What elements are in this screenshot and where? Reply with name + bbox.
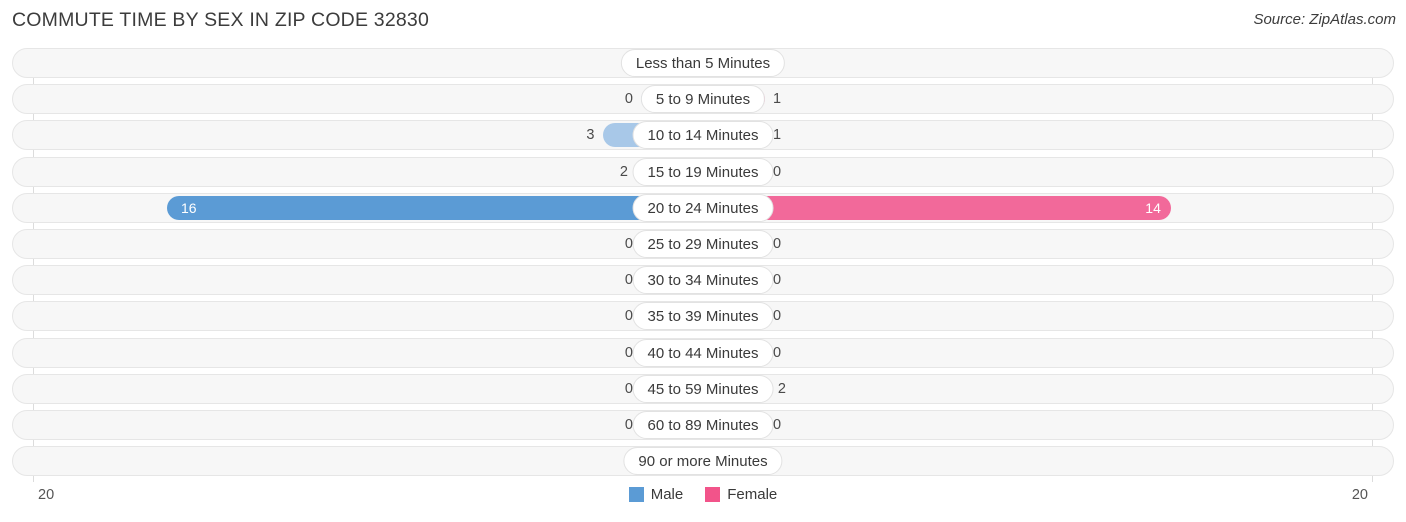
category-label[interactable]: 35 to 39 Minutes bbox=[632, 302, 774, 331]
row-bars: 00Less than 5 Minutes bbox=[0, 48, 1406, 78]
category-label[interactable]: 5 to 9 Minutes bbox=[640, 85, 766, 114]
category-label[interactable]: 45 to 59 Minutes bbox=[632, 374, 774, 403]
value-label-male: 0 bbox=[624, 235, 633, 252]
category-label[interactable]: 25 to 29 Minutes bbox=[632, 229, 774, 258]
category-label[interactable]: 40 to 44 Minutes bbox=[632, 338, 774, 367]
value-label-female: 0 bbox=[773, 344, 782, 361]
row-bars: 0 0 40 to 44 Minutes bbox=[0, 338, 1406, 368]
row-bars: 0 0 25 to 29 Minutes bbox=[0, 229, 1406, 259]
value-label-female: 14 bbox=[1145, 199, 1161, 216]
chart-row[interactable]: 0 0 60 to 89 Minutes bbox=[0, 409, 1406, 440]
row-bars: 3 1 10 to 14 Minutes bbox=[0, 120, 1406, 150]
row-bars: 0 1 5 to 9 Minutes bbox=[0, 84, 1406, 114]
value-label-female: 0 bbox=[773, 163, 782, 180]
chart-row[interactable]: 0 0 25 to 29 Minutes bbox=[0, 228, 1406, 259]
value-label-female: 0 bbox=[773, 416, 782, 433]
value-label-male: 0 bbox=[624, 91, 633, 108]
source-attribution: Source: ZipAtlas.com bbox=[1253, 11, 1396, 28]
category-label[interactable]: 30 to 34 Minutes bbox=[632, 266, 774, 295]
chart-row[interactable]: 0 2 45 to 59 Minutes bbox=[0, 373, 1406, 404]
chart-row[interactable]: 0090 or more Minutes bbox=[0, 446, 1406, 477]
value-label-male: 3 bbox=[586, 127, 595, 144]
row-bars: 0090 or more Minutes bbox=[0, 446, 1406, 476]
chart-row[interactable]: 0 0 30 to 34 Minutes bbox=[0, 265, 1406, 296]
chart-row[interactable]: 0 1 5 to 9 Minutes bbox=[0, 84, 1406, 115]
value-label-male: 0 bbox=[624, 416, 633, 433]
value-label-female: 1 bbox=[773, 127, 782, 144]
legend-item-male[interactable]: Male bbox=[628, 486, 684, 503]
chart-row[interactable]: 3 1 10 to 14 Minutes bbox=[0, 120, 1406, 151]
value-label-male: 0 bbox=[624, 272, 633, 289]
legend-label: Female bbox=[727, 486, 778, 503]
row-bars: 2 0 15 to 19 Minutes bbox=[0, 157, 1406, 187]
chart-row[interactable]: 00Less than 5 Minutes bbox=[0, 48, 1406, 78]
value-label-female: 0 bbox=[773, 235, 782, 252]
category-label[interactable]: 15 to 19 Minutes bbox=[632, 157, 774, 186]
chart-row[interactable]: 0 0 40 to 44 Minutes bbox=[0, 337, 1406, 368]
row-bars: 0 0 60 to 89 Minutes bbox=[0, 410, 1406, 440]
category-label[interactable]: 10 to 14 Minutes bbox=[632, 121, 774, 150]
value-label-female: 0 bbox=[773, 272, 782, 289]
category-label[interactable]: 60 to 89 Minutes bbox=[632, 410, 774, 439]
page-title: COMMUTE TIME BY SEX IN ZIP CODE 32830 bbox=[12, 9, 430, 31]
value-label-female: 2 bbox=[777, 380, 786, 397]
value-label-male: 0 bbox=[624, 344, 633, 361]
bar-male[interactable] bbox=[167, 195, 703, 220]
value-label-male: 2 bbox=[619, 163, 628, 180]
legend-swatch-icon bbox=[705, 487, 721, 502]
row-bars: 0 0 35 to 39 Minutes bbox=[0, 301, 1406, 331]
legend-label: Male bbox=[650, 486, 684, 503]
row-bars: 0 0 30 to 34 Minutes bbox=[0, 265, 1406, 295]
chart-rows: 00Less than 5 Minutes015 to 9 Minutes311… bbox=[0, 48, 1406, 482]
value-label-male: 16 bbox=[181, 199, 197, 216]
row-bars: 16 14 20 to 24 Minutes bbox=[0, 193, 1406, 223]
chart-footer: 20 20 Male Female bbox=[0, 482, 1406, 522]
value-label-female: 1 bbox=[773, 91, 782, 108]
value-label-male: 0 bbox=[624, 308, 633, 325]
value-label-male: 0 bbox=[624, 380, 633, 397]
value-label-female: 0 bbox=[773, 308, 782, 325]
chart-row[interactable]: 2 0 15 to 19 Minutes bbox=[0, 156, 1406, 187]
chart-header: COMMUTE TIME BY SEX IN ZIP CODE 32830 So… bbox=[0, 0, 1406, 42]
chart-legend: Male Female bbox=[0, 486, 1406, 503]
category-label[interactable]: 90 or more Minutes bbox=[623, 447, 783, 476]
category-label[interactable]: Less than 5 Minutes bbox=[620, 49, 786, 77]
row-bars: 0 2 45 to 59 Minutes bbox=[0, 374, 1406, 404]
chart-row[interactable]: 0 0 35 to 39 Minutes bbox=[0, 301, 1406, 332]
legend-item-female[interactable]: Female bbox=[705, 486, 777, 503]
category-label[interactable]: 20 to 24 Minutes bbox=[632, 193, 774, 222]
legend-swatch-icon bbox=[628, 487, 644, 502]
chart-row[interactable]: 16 14 20 to 24 Minutes bbox=[0, 192, 1406, 223]
chart-plot-area: 00Less than 5 Minutes015 to 9 Minutes311… bbox=[0, 48, 1406, 482]
